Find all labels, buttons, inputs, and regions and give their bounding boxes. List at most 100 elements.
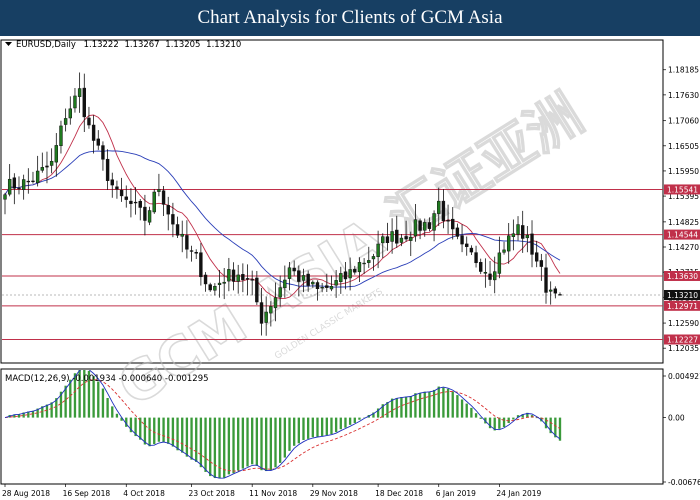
time-tick-label: 18 Dec 2018 (375, 489, 423, 498)
candle-body (432, 213, 436, 231)
candle-body (334, 280, 338, 286)
price-tick-label: 1.17060 (668, 117, 699, 126)
candle-body (548, 289, 553, 292)
candle-body (320, 287, 324, 289)
candle-body (7, 178, 12, 195)
candle-body (96, 138, 100, 146)
macd-tick-label: -0.006760 (668, 478, 700, 487)
candle-body (339, 273, 343, 282)
candle-body (502, 249, 506, 253)
price-label-1.12971: 1.12971 (664, 300, 700, 311)
candle-body (147, 210, 152, 223)
candle-body (138, 200, 142, 208)
candle-body (199, 252, 203, 278)
candle-body (343, 271, 348, 280)
candle-body (40, 167, 45, 171)
candle-body (497, 252, 502, 274)
candle-body (68, 108, 72, 119)
price-label-1.14544: 1.14544 (664, 229, 700, 240)
candle-body (278, 287, 282, 298)
candle-body (26, 180, 31, 183)
macd-tick-label: 0.004921 (668, 372, 700, 381)
candle-body (460, 235, 464, 245)
candle-body (525, 234, 530, 239)
candle-body (423, 222, 427, 231)
candle-body (437, 200, 441, 214)
time-tick-label: 6 Jan 2019 (436, 489, 476, 498)
candle-body (255, 277, 259, 303)
price-label-text: 1.12971 (667, 302, 698, 311)
price-tick-label: 1.18185 (668, 66, 699, 75)
candle-body (367, 260, 371, 263)
candle-body (222, 281, 226, 284)
candle-body (455, 227, 460, 237)
candle-body (558, 294, 562, 296)
candle-body (17, 187, 21, 190)
candle-body (91, 124, 96, 141)
candle-body (124, 196, 128, 200)
candle-body (115, 186, 119, 190)
candle-body (208, 284, 212, 291)
candle-body (49, 160, 54, 166)
candle-body (376, 243, 380, 258)
candle-body (21, 179, 26, 190)
candle-body (54, 145, 58, 163)
price-label-text: 1.13630 (667, 272, 698, 281)
candle-body (507, 235, 511, 252)
candle-body (371, 256, 376, 260)
candle-body (488, 273, 492, 280)
candle-body (63, 118, 68, 125)
candle-body (325, 285, 329, 288)
time-axis: 28 Aug 2018 16 Sep 2018 4 Oct 2018 23 Oct 2… (2, 484, 542, 498)
candle-body (357, 262, 362, 273)
price-tick-label: 1.16505 (668, 142, 699, 151)
candle-body (180, 233, 184, 237)
candle-body (381, 236, 385, 244)
candle-body (483, 272, 488, 274)
candle-body (189, 250, 194, 252)
macd-tick-label: 0.00 (668, 414, 685, 423)
candle-body (241, 274, 245, 281)
candle-body (245, 278, 250, 280)
candle-body (329, 286, 334, 290)
price-tick-label: 1.12035 (668, 344, 699, 353)
candle-body (404, 236, 408, 240)
candle-body (451, 218, 455, 230)
candle-body (110, 179, 114, 186)
macd-title: MACD(12,26,9) -0.001934 -0.000640 -0.001… (5, 374, 209, 384)
candle-body (469, 247, 474, 253)
candle-body (409, 236, 413, 241)
time-tick-label: 11 Nov 2018 (249, 489, 297, 498)
price-tick-label: 1.12590 (668, 319, 699, 328)
candle-body (77, 88, 82, 97)
candle-body (493, 271, 497, 281)
price-tick-label: 1.15950 (668, 167, 699, 176)
candle-body (301, 275, 306, 281)
candle-body (250, 279, 254, 281)
candle-body (520, 225, 525, 239)
candle-body (105, 158, 110, 181)
price-label-text: 1.13210 (667, 291, 698, 300)
price-tick-label: 1.17630 (668, 91, 699, 100)
price-tick-label: 1.14270 (668, 243, 699, 252)
candle-body (175, 224, 180, 236)
candle-body (133, 201, 138, 204)
price-label-1.13210: 1.13210 (664, 289, 700, 300)
time-tick-label: 24 Jan 2019 (496, 489, 541, 498)
candle-body (399, 237, 404, 243)
candle-body (3, 194, 7, 200)
time-tick-label: 23 Oct 2018 (189, 489, 236, 498)
candle-body (161, 190, 166, 205)
candle-body (166, 205, 170, 215)
page-title: Chart Analysis for Clients of GCM Asia (197, 7, 503, 28)
candle-body (315, 282, 320, 290)
candle-body (45, 165, 49, 168)
price-label-text: 1.15541 (667, 185, 698, 194)
candle-body (269, 306, 273, 314)
candle-body (465, 243, 469, 247)
candle-body (203, 274, 208, 285)
candle-body (511, 233, 516, 237)
candle-body (152, 191, 156, 213)
candle-body (283, 279, 287, 289)
candle-body (287, 267, 292, 279)
